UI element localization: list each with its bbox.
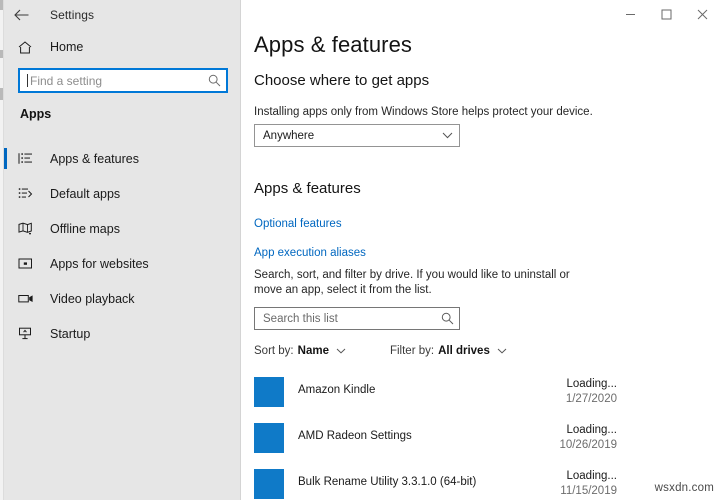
maximize-icon[interactable] [648,0,684,29]
text-caret [27,74,28,87]
sidebar-titlebar: Settings [4,0,240,30]
close-icon[interactable] [684,0,720,29]
video-playback-icon [18,292,40,305]
table-row[interactable]: Amazon Kindle Loading... 1/27/2020 [254,372,714,418]
page-title: Apps & features [254,32,413,57]
app-meta: Loading... 11/15/2019 [457,469,617,499]
sidebar-item-offline-maps[interactable]: Offline maps [4,211,240,246]
list-search-placeholder: Search this list [263,312,338,325]
app-meta: Loading... 1/27/2020 [457,377,617,407]
sort-by-value: Name [297,345,329,357]
app-name: Bulk Rename Utility 3.3.1.0 (64-bit) [298,476,477,488]
app-execution-aliases-link[interactable]: App execution aliases [254,247,366,259]
startup-icon [18,327,40,340]
minimize-icon[interactable] [612,0,648,29]
app-name: Amazon Kindle [298,384,376,396]
filter-by-value: All drives [438,345,490,357]
sort-info-text: Search, sort, and filter by drive. If yo… [254,269,570,296]
installed-apps-list: Amazon Kindle Loading... 1/27/2020 AMD R… [254,372,714,500]
optional-features-link[interactable]: Optional features [254,218,342,230]
sidebar-item-video-playback[interactable]: Video playback [4,281,240,316]
chevron-down-icon [336,348,346,354]
list-filters: Sort by: Name Filter by: All drives [254,345,507,357]
sidebar-nav: Apps & features Default apps Offline map… [4,141,240,351]
sidebar-item-default-apps[interactable]: Default apps [4,176,240,211]
table-row[interactable]: AMD Radeon Settings Loading... 10/26/201… [254,418,714,464]
install-note: Installing apps only from Windows Store … [254,106,593,118]
search-icon[interactable] [202,74,226,87]
app-source-value: Anywhere [263,129,315,142]
sidebar-item-home-label: Home [50,40,84,54]
offline-maps-icon [18,222,40,235]
settings-window: Settings Home Find a setting Apps Apps &… [0,0,720,500]
home-icon [18,40,40,54]
sidebar-item-apps-features-label: Apps & features [50,151,139,166]
app-size: Loading... [566,378,617,390]
sidebar-section-label: Apps [20,107,52,121]
filter-by-label: Filter by: [389,345,435,357]
search-placeholder: Find a setting [30,73,103,88]
back-arrow-icon[interactable] [4,1,38,29]
table-row[interactable]: Bulk Rename Utility 3.3.1.0 (64-bit) Loa… [254,464,714,500]
apps-websites-icon [18,257,40,270]
window-title: Settings [50,8,95,22]
sidebar-item-offline-maps-label: Offline maps [50,221,120,236]
sidebar-item-apps-for-websites-label: Apps for websites [50,256,149,271]
sidebar-item-video-playback-label: Video playback [50,291,135,306]
chevron-down-icon [435,132,459,139]
default-apps-icon [18,187,40,200]
app-icon [254,377,284,407]
app-icon [254,469,284,499]
settings-sidebar: Settings Home Find a setting Apps Apps &… [4,0,241,500]
app-install-date: 10/26/2019 [559,439,617,451]
sidebar-item-home[interactable]: Home [4,34,240,60]
app-install-date: 1/27/2020 [565,393,617,405]
window-controls [612,0,720,29]
apps-features-heading: Apps & features [254,180,361,197]
sidebar-item-apps-features[interactable]: Apps & features [4,141,240,176]
app-source-dropdown[interactable]: Anywhere [254,124,460,147]
app-meta: Loading... 10/26/2019 [457,423,617,453]
main-content: Apps & features Choose where to get apps… [241,0,720,500]
sort-by-dropdown[interactable]: Sort by: Name [254,345,346,357]
choose-apps-heading: Choose where to get apps [254,72,430,89]
selection-indicator [4,148,7,169]
search-icon[interactable] [435,312,459,325]
app-size: Loading... [566,470,617,482]
watermark: wsxdn.com [654,482,714,494]
app-size: Loading... [566,424,617,436]
app-name: AMD Radeon Settings [298,430,412,442]
sidebar-item-default-apps-label: Default apps [50,186,121,201]
sidebar-item-startup[interactable]: Startup [4,316,240,351]
sort-by-label: Sort by: [254,345,294,357]
filter-by-dropdown[interactable]: Filter by: All drives [390,345,507,357]
list-search-input[interactable]: Search this list [254,307,460,330]
sidebar-item-apps-for-websites[interactable]: Apps for websites [4,246,240,281]
list-features-icon [18,152,40,165]
chevron-down-icon [497,348,507,354]
app-icon [254,423,284,453]
search-input[interactable]: Find a setting [18,68,228,93]
sidebar-item-startup-label: Startup [50,326,91,341]
app-install-date: 11/15/2019 [560,485,617,497]
